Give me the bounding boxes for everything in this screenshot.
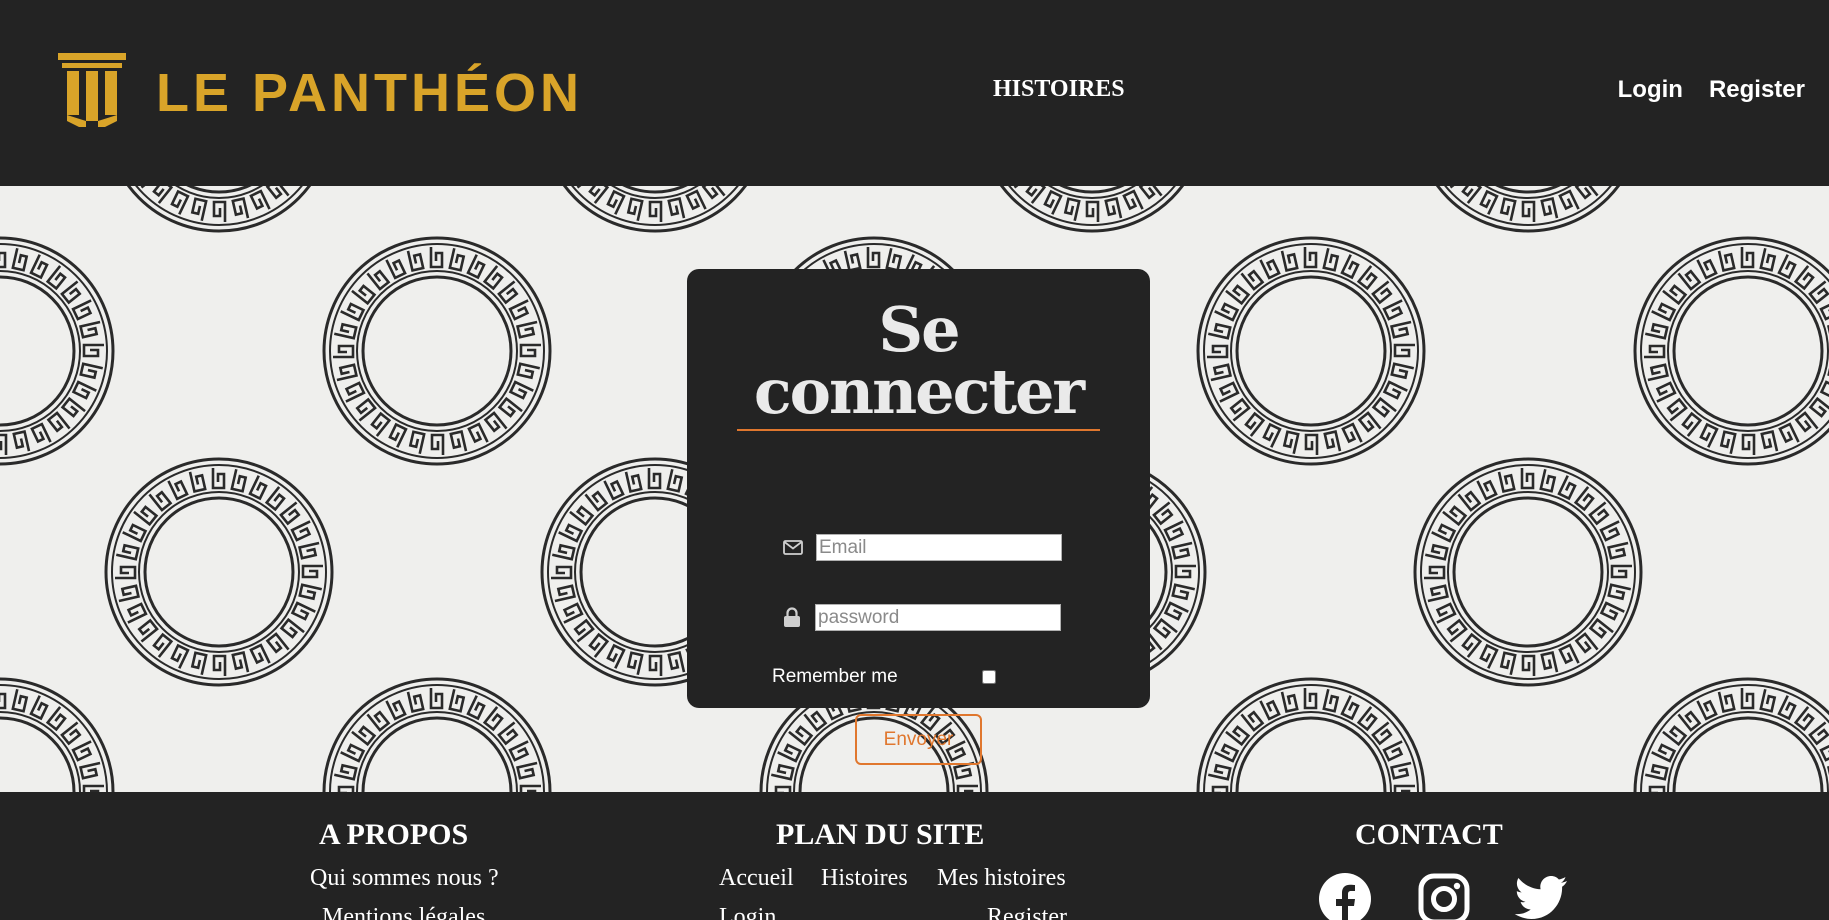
brand-name: Le Panthéon <box>156 63 584 123</box>
remember-me-checkbox[interactable] <box>982 670 996 684</box>
footer-link-register[interactable]: Register <box>987 904 1067 920</box>
email-field[interactable] <box>816 534 1062 561</box>
main-content: Se connecter Remember me En <box>0 186 1829 792</box>
about-title: A PROPOS <box>319 818 469 851</box>
remember-me-label: Remember me <box>772 666 898 687</box>
login-card: Se connecter Remember me En <box>687 269 1150 765</box>
nav-register[interactable]: Register <box>1709 76 1805 104</box>
sitemap-title: PLAN DU SITE <box>776 818 985 851</box>
footer-link-login[interactable]: Login <box>719 904 776 920</box>
footer-link-mes-histoires[interactable]: Mes histoires <box>937 865 1066 892</box>
envelope-icon <box>782 537 804 559</box>
footer-link-accueil[interactable]: Accueil <box>719 865 794 892</box>
site-header: Le Panthéon HISTOIRES Login Register <box>0 0 1829 186</box>
nav-login[interactable]: Login <box>1618 76 1683 104</box>
email-row <box>782 534 1062 561</box>
auth-nav: Login Register <box>1618 76 1805 104</box>
password-row <box>781 604 1061 631</box>
twitter-icon[interactable] <box>1512 872 1570 920</box>
site-logo[interactable]: Le Panthéon <box>58 50 583 130</box>
nav-histoires[interactable]: HISTOIRES <box>993 76 1125 103</box>
instagram-icon[interactable] <box>1417 872 1471 920</box>
column-icon <box>58 53 126 127</box>
footer-link-legal[interactable]: Mentions légales <box>322 904 485 920</box>
footer-link-about-us[interactable]: Qui sommes nous ? <box>310 865 499 892</box>
lock-icon <box>781 607 803 629</box>
password-field[interactable] <box>815 604 1061 631</box>
login-title: Se connecter <box>737 299 1100 431</box>
remember-me-row: Remember me <box>772 666 996 688</box>
contact-title: CONTACT <box>1355 818 1503 851</box>
site-footer: A PROPOS Qui sommes nous ? Mentions léga… <box>0 792 1829 920</box>
facebook-icon[interactable] <box>1318 872 1372 920</box>
submit-button[interactable]: Envoyer <box>855 714 982 765</box>
footer-link-histoires[interactable]: Histoires <box>821 865 908 892</box>
